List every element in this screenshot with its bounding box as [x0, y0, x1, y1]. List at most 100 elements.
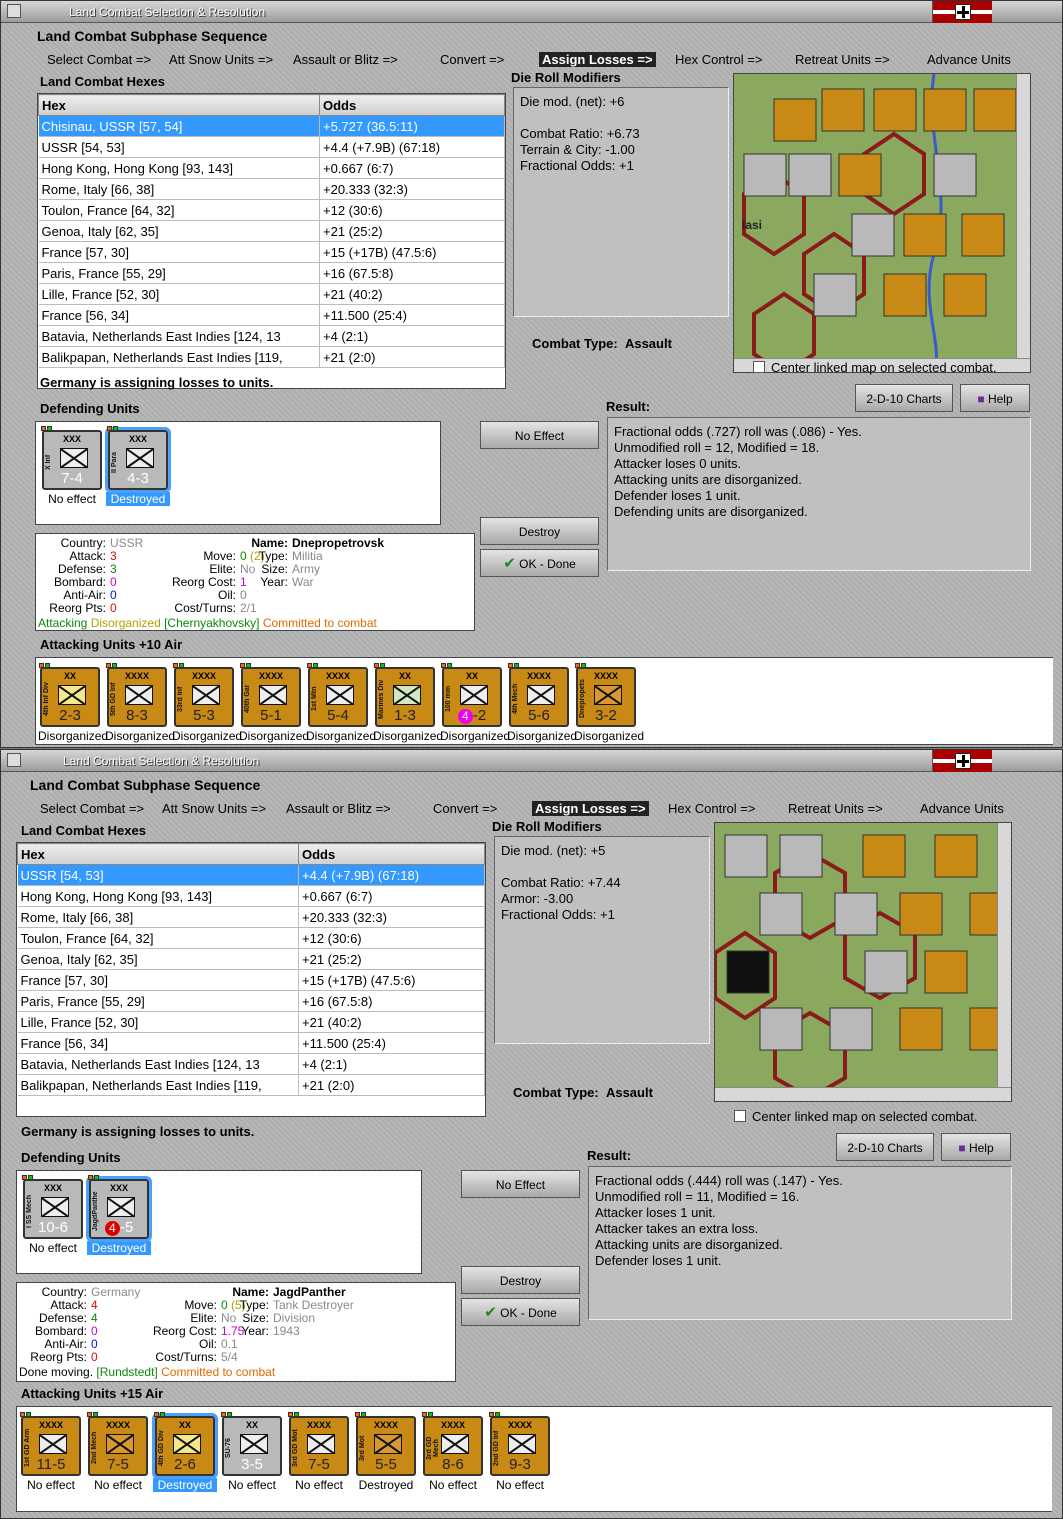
seq-att-snow[interactable]: Att Snow Units => — [162, 801, 266, 816]
status-dots-icon — [307, 663, 319, 668]
hex-row[interactable]: Genoa, Italy [62, 35] +21 (25:2) — [17, 948, 485, 970]
unit-counter[interactable]: XX SU-76 3-5 No effect — [220, 1412, 284, 1492]
hex-row[interactable]: Rome, Italy [66, 38] +20.333 (32:3) — [17, 906, 485, 928]
unit-counter[interactable]: XXXX 2nd GD Inf 9-3 No effect — [488, 1412, 552, 1492]
hex-cell: Toulon, France [64, 32] — [38, 199, 320, 221]
hex-row[interactable]: Hong Kong, Hong Kong [93, 143] +0.667 (6:… — [38, 157, 505, 179]
hex-row[interactable]: Hong Kong, Hong Kong [93, 143] +0.667 (6:… — [17, 885, 485, 907]
subphase-title: Land Combat Subphase Sequence — [37, 28, 268, 44]
seq-assault-blitz[interactable]: Assault or Blitz => — [286, 801, 391, 816]
map-vscroll[interactable] — [997, 823, 1011, 1089]
center-map-checkbox[interactable] — [753, 361, 765, 373]
hex-row[interactable]: Chisinau, USSR [57, 54] +5.727 (36.5:11) — [38, 115, 505, 137]
linked-map[interactable]: Iasi — [733, 73, 1031, 373]
unit-counter[interactable]: XXX JagdPanther 4 -5 Destroyed — [86, 1175, 152, 1255]
hex-row[interactable]: Paris, France [55, 29] +16 (67.5:8) — [38, 262, 505, 284]
unit-counter[interactable]: XXXX 1st GD Arm 11-5 No effect — [19, 1412, 83, 1492]
col-hex[interactable]: Hex — [17, 843, 299, 865]
seq-advance[interactable]: Advance Units — [927, 52, 1011, 67]
seq-advance[interactable]: Advance Units — [920, 801, 1004, 816]
map-hscroll[interactable] — [715, 1087, 1011, 1101]
unit-counter[interactable]: XXX II Para 4-3 Destroyed — [105, 426, 171, 506]
seq-assault-blitz[interactable]: Assault or Blitz => — [293, 52, 398, 67]
unit-type-icon — [393, 685, 421, 705]
hex-row[interactable]: Paris, France [55, 29] +16 (67.5:8) — [17, 990, 485, 1012]
hex-row[interactable]: Lille, France [52, 30] +21 (40:2) — [17, 1011, 485, 1033]
unit-counter[interactable]: XXX I SS Mech 10-6 No effect — [21, 1175, 85, 1255]
col-odds[interactable]: Odds — [298, 843, 485, 865]
unit-counter[interactable]: XXXX 5th GD Inf 8-3 Disorganized — [105, 663, 175, 743]
hex-row[interactable]: Lille, France [52, 30] +21 (40:2) — [38, 283, 505, 305]
seq-hex-control[interactable]: Hex Control => — [675, 52, 762, 67]
seq-assign-losses[interactable]: Assign Losses => — [532, 801, 649, 816]
help-button[interactable]: ■ Help — [941, 1133, 1011, 1161]
unit-type-icon — [58, 685, 86, 705]
unit-counter[interactable]: XXXX 1st Mtn 5-4 Disorganized — [306, 663, 376, 743]
hex-row[interactable]: Genoa, Italy [62, 35] +21 (25:2) — [38, 220, 505, 242]
linked-map[interactable] — [714, 822, 1012, 1102]
destroy-button[interactable]: Destroy — [480, 517, 599, 545]
map-vscroll[interactable] — [1016, 74, 1030, 360]
seq-select-combat[interactable]: Select Combat => — [47, 52, 151, 67]
hex-row[interactable]: France [56, 34] +11.500 (25:4) — [38, 304, 505, 326]
hex-row[interactable]: France [56, 34] +11.500 (25:4) — [17, 1032, 485, 1054]
charts-button[interactable]: 2-D-10 Charts — [855, 384, 953, 412]
center-map-option[interactable]: Center linked map on selected combat. — [734, 1109, 977, 1124]
col-hex[interactable]: Hex — [38, 94, 320, 116]
seq-convert[interactable]: Convert => — [440, 52, 504, 67]
center-map-option[interactable]: Center linked map on selected combat. — [753, 360, 996, 375]
unit-counter[interactable]: XXX X Inf 7-4 No effect — [40, 426, 104, 506]
seq-att-snow[interactable]: Att Snow Units => — [169, 52, 273, 67]
seq-hex-control[interactable]: Hex Control => — [668, 801, 755, 816]
ok-done-button[interactable]: ✔ OK - Done — [461, 1298, 580, 1326]
unit-counter[interactable]: XXXX 3rd GD Mot 7-5 No effect — [287, 1412, 351, 1492]
unit-counter[interactable]: XXXX 4th Mech 5-6 Disorganized — [507, 663, 577, 743]
seq-convert[interactable]: Convert => — [433, 801, 497, 816]
window-titlebar[interactable]: Land Combat Selection & Resolution — [1, 1, 1062, 23]
unit-counter[interactable]: XXXX 3rd GD Mech 8-6 No effect — [421, 1412, 485, 1492]
hex-cell: Genoa, Italy [62, 35] — [17, 948, 299, 970]
center-map-checkbox[interactable] — [734, 1110, 746, 1122]
seq-select-combat[interactable]: Select Combat => — [40, 801, 144, 816]
no-effect-button[interactable]: No Effect — [461, 1170, 580, 1198]
hex-row[interactable]: Toulon, France [64, 32] +12 (30:6) — [17, 927, 485, 949]
center-map-label: Center linked map on selected combat. — [752, 1109, 978, 1124]
unit-counter[interactable]: XXXX 2nd Mech 7-5 No effect — [86, 1412, 150, 1492]
hex-row[interactable]: Batavia, Netherlands East Indies [124, 1… — [17, 1053, 485, 1075]
hex-row[interactable]: Toulon, France [64, 32] +12 (30:6) — [38, 199, 505, 221]
hex-row[interactable]: USSR [54, 53] +4.4 (+7.9B) (67:18) — [38, 136, 505, 158]
hex-row[interactable]: USSR [54, 53] +4.4 (+7.9B) (67:18) — [17, 864, 485, 886]
window-titlebar[interactable]: Land Combat Selection & Resolution — [1, 750, 1062, 772]
ok-done-button[interactable]: ✔ OK - Done — [480, 549, 599, 577]
help-button[interactable]: ■ Help — [960, 384, 1030, 412]
seq-retreat[interactable]: Retreat Units => — [788, 801, 883, 816]
unit-counter[interactable]: XXXX 40th Gar 5-1 Disorganized — [239, 663, 309, 743]
unit-counter[interactable]: XX 4th Inf Div 2-3 Disorganized — [38, 663, 108, 743]
unit-status-label: No effect — [496, 1478, 544, 1492]
hex-row[interactable]: Balikpapan, Netherlands East Indies [119… — [17, 1074, 485, 1096]
unit-counter[interactable]: XX 4th GD Div 2-6 Destroyed — [152, 1412, 218, 1492]
unit-strength: 5-6 — [528, 707, 550, 724]
drm-line: Combat Ratio: +7.44 — [501, 875, 621, 890]
unit-counter[interactable]: XXXX 3rd Mot 5-5 Destroyed — [354, 1412, 418, 1492]
status-dots-icon — [240, 663, 252, 668]
unit-counter[interactable]: XXXX Dnepropets 3-2 Disorganized — [574, 663, 644, 743]
seq-assign-losses[interactable]: Assign Losses => — [539, 52, 656, 67]
hex-row[interactable]: Batavia, Netherlands East Indies [124, 1… — [38, 325, 505, 347]
unit-counter[interactable]: XX 100 mm 4 -2 Disorganized — [440, 663, 510, 743]
destroy-button[interactable]: Destroy — [461, 1266, 580, 1294]
no-effect-button[interactable]: No Effect — [480, 421, 599, 449]
col-odds[interactable]: Odds — [319, 94, 505, 116]
hex-row[interactable]: Rome, Italy [66, 38] +20.333 (32:3) — [38, 178, 505, 200]
status-dots-icon — [422, 1412, 434, 1417]
drm-line: Armor: -3.00 — [501, 891, 574, 906]
seq-retreat[interactable]: Retreat Units => — [795, 52, 890, 67]
hex-row[interactable]: Balikpapan, Netherlands East Indies [119… — [38, 346, 505, 368]
charts-button[interactable]: 2-D-10 Charts — [836, 1133, 934, 1161]
hex-row[interactable]: France [57, 30] +15 (+17B) (47.5:6) — [17, 969, 485, 991]
checkmark-icon: ✔ — [484, 1304, 497, 1321]
unit-strength: 9-3 — [509, 1456, 531, 1473]
unit-counter[interactable]: XXXX 33rd Inf 5-3 Disorganized — [172, 663, 242, 743]
unit-counter[interactable]: XX Marines Div 1-3 Disorganized — [373, 663, 443, 743]
hex-row[interactable]: France [57, 30] +15 (+17B) (47.5:6) — [38, 241, 505, 263]
